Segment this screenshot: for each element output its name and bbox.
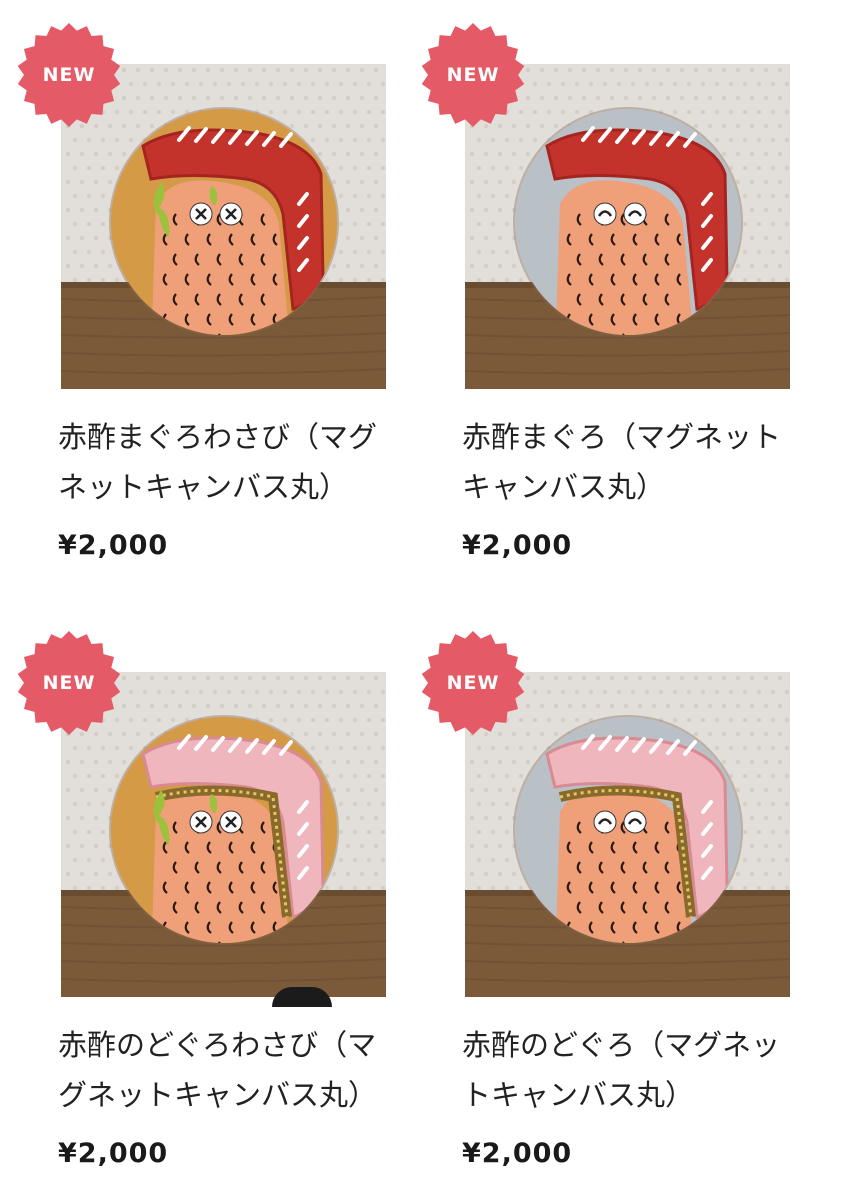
product-title[interactable]: 赤酢のどぐろわさび（マグネットキャンバス丸） [58, 1020, 393, 1120]
product-price: ¥2,000 [58, 530, 169, 561]
product-price: ¥2,000 [462, 1138, 573, 1169]
partial-product-object [272, 987, 332, 1007]
new-badge-label: NEW [42, 672, 96, 694]
new-badge-label: NEW [446, 64, 500, 86]
new-badge: NEW [14, 20, 124, 130]
new-badge: NEW [14, 628, 124, 738]
new-badge: NEW [418, 20, 528, 130]
new-badge-label: NEW [42, 64, 96, 86]
product-grid: NEW 赤酢まぐろわさび（マグネットキャンバス丸） ¥2,000 NEW 赤酢まぐろ（マ… [0, 0, 850, 1200]
product-title[interactable]: 赤酢まぐろわさび（マグネットキャンバス丸） [58, 412, 393, 512]
new-badge: NEW [418, 628, 528, 738]
new-badge-label: NEW [446, 672, 500, 694]
product-title[interactable]: 赤酢のどぐろ（マグネットキャンバス丸） [462, 1020, 797, 1120]
product-price: ¥2,000 [462, 530, 573, 561]
product-title[interactable]: 赤酢まぐろ（マグネットキャンバス丸） [462, 412, 797, 512]
product-price: ¥2,000 [58, 1138, 169, 1169]
